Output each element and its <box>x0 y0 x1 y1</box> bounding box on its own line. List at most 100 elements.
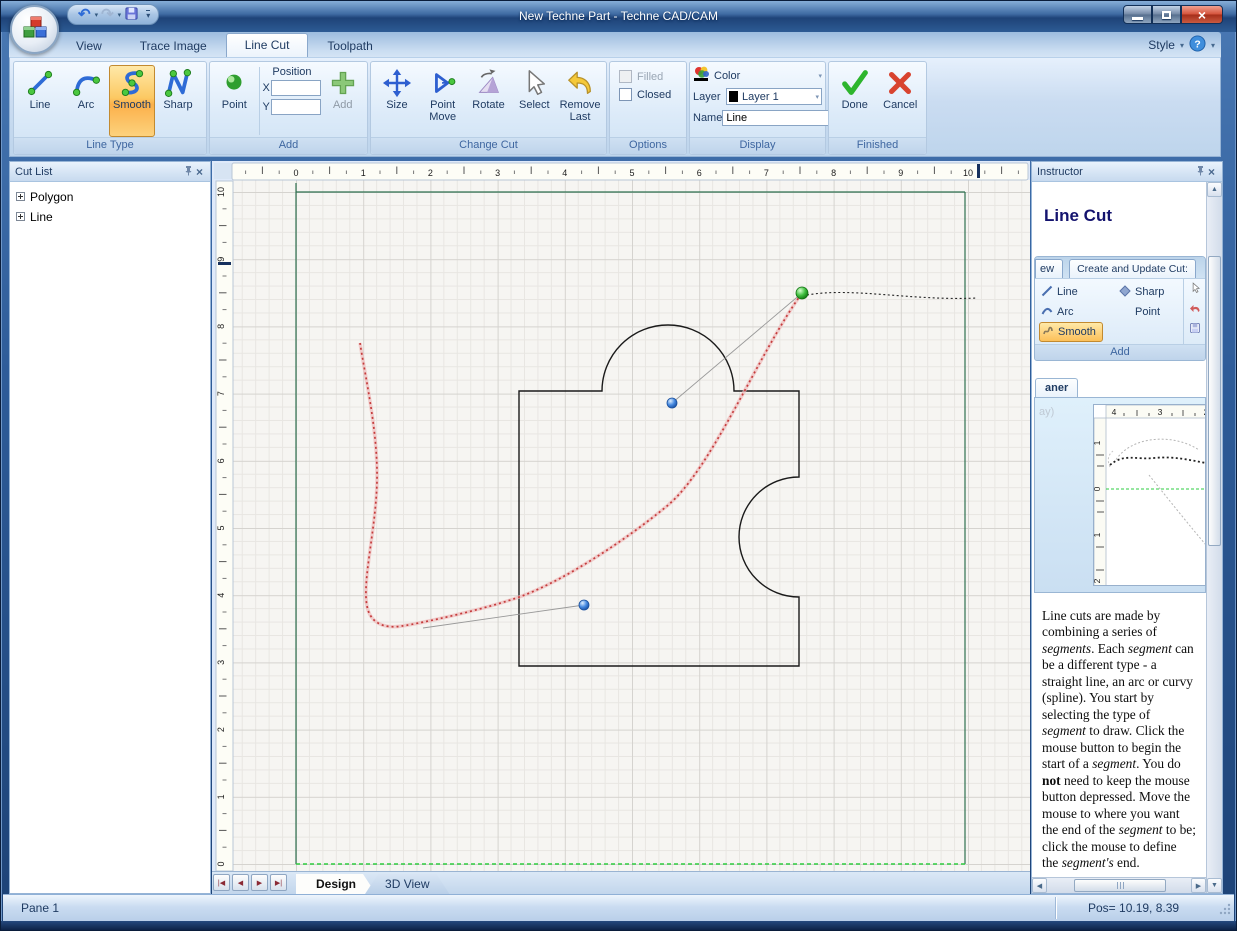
v-ruler-label-0: 0 <box>216 861 226 866</box>
v-ruler-label-5: 5 <box>216 525 226 530</box>
cancel-button[interactable]: Cancel <box>878 65 924 137</box>
h-ruler-label-0: 0 <box>293 168 298 178</box>
add-plus-icon <box>327 68 359 98</box>
x-input[interactable] <box>271 80 321 96</box>
arc-icon <box>70 68 102 98</box>
mini-arc-icon <box>1041 305 1053 320</box>
help-caret-icon[interactable]: ▾ <box>1211 41 1215 50</box>
svg-text:1: 1 <box>1093 532 1102 537</box>
undo-icon: ↶ <box>78 7 91 22</box>
scroll-right-icon[interactable]: ▶ <box>1191 878 1206 893</box>
instructor-vertical-scrollbar[interactable]: ▲ ▼ <box>1206 182 1222 893</box>
control-point-blue[interactable] <box>579 600 589 610</box>
group-finished: Done Cancel Finished <box>828 61 927 155</box>
prev-sheet-icon[interactable]: ◀ <box>232 874 249 891</box>
cut-list-close-icon[interactable]: × <box>194 165 205 179</box>
rotate-button[interactable]: Rotate <box>466 65 512 137</box>
scroll-up-icon[interactable]: ▲ <box>1207 182 1222 197</box>
line-icon <box>24 68 56 98</box>
expand-icon[interactable] <box>16 190 25 204</box>
instructor-horizontal-scrollbar[interactable]: ◀ ▶ <box>1032 877 1206 893</box>
redo-dropdown-caret[interactable]: ▾ <box>118 11 122 19</box>
tab-line-cut[interactable]: Line Cut <box>226 33 309 58</box>
resize-grip[interactable] <box>1218 902 1231 918</box>
instructor-heading: Line Cut <box>1044 206 1206 226</box>
application-menu-button[interactable] <box>10 5 59 54</box>
mini-arc-item: Arc <box>1039 302 1117 322</box>
closed-checkbox[interactable] <box>619 88 632 101</box>
scroll-left-icon[interactable]: ◀ <box>1032 878 1047 893</box>
filled-label: Filled <box>637 71 663 83</box>
h-ruler-label-5: 5 <box>629 168 634 178</box>
instructor-close-icon[interactable]: × <box>1206 165 1217 179</box>
filled-checkbox[interactable] <box>619 70 632 83</box>
svg-text:0: 0 <box>1093 486 1102 491</box>
close-icon: × <box>1198 7 1206 23</box>
vertical-scroll-thumb[interactable] <box>1208 256 1221 546</box>
group-label-add: Add <box>210 137 367 154</box>
expand-icon[interactable] <box>16 210 25 224</box>
sheet-tab-strip: |◀◀▶▶| Design 3D View <box>212 871 1030 894</box>
app-logo-icon <box>21 14 49 45</box>
save-icon <box>124 6 139 24</box>
select-button[interactable]: Select <box>511 65 557 137</box>
color-caret-icon[interactable]: ▾ <box>818 72 822 80</box>
pin-icon[interactable] <box>1195 165 1206 179</box>
color-button[interactable]: Color ▾ <box>693 65 822 86</box>
size-button[interactable]: Size <box>374 65 420 137</box>
remove-last-button[interactable]: RemoveLast <box>557 65 603 137</box>
endpoint-handle-green[interactable] <box>796 287 808 299</box>
mini-faint-text: ay) <box>1039 406 1054 418</box>
tab-design[interactable]: Design <box>296 874 376 894</box>
mini-tab-view: ew <box>1035 259 1063 278</box>
y-input[interactable] <box>271 99 321 115</box>
maximize-button[interactable] <box>1152 5 1181 24</box>
mini-sharp-item: Sharp <box>1117 282 1183 302</box>
minimize-icon <box>1132 17 1143 20</box>
horizontal-scroll-thumb[interactable] <box>1074 879 1166 892</box>
tab-toolpath[interactable]: Toolpath <box>308 35 391 58</box>
point-button[interactable]: Point <box>213 65 256 137</box>
mini-smooth-item: Smooth <box>1039 322 1103 342</box>
tab-view[interactable]: View <box>57 35 121 58</box>
closed-label: Closed <box>637 89 671 101</box>
instructor-title: Instructor <box>1037 166 1195 178</box>
group-label-options: Options <box>610 137 686 154</box>
control-point-blue[interactable] <box>667 398 677 408</box>
undo-button[interactable]: ↶ <box>76 6 93 24</box>
tree-item-polygon[interactable]: Polygon <box>16 190 204 204</box>
tab-trace-image[interactable]: Trace Image <box>121 35 226 58</box>
help-icon: ? <box>1189 35 1206 52</box>
save-button[interactable] <box>122 6 141 24</box>
sharp-button[interactable]: Sharp <box>155 65 201 137</box>
first-sheet-icon[interactable]: |◀ <box>213 874 230 891</box>
pin-icon[interactable] <box>183 165 194 179</box>
minimize-button[interactable] <box>1123 5 1152 24</box>
done-button[interactable]: Done <box>832 65 878 137</box>
tree-item-line[interactable]: Line <box>16 210 204 224</box>
qat-customize-button[interactable]: ▾ <box>146 10 150 20</box>
close-button[interactable]: × <box>1181 5 1223 24</box>
layer-select[interactable]: Layer 1 ▾ <box>726 88 822 105</box>
smooth-button[interactable]: Smooth <box>109 65 155 137</box>
undo-dropdown-caret[interactable]: ▾ <box>95 11 99 19</box>
arc-button[interactable]: Arc <box>63 65 109 137</box>
name-label: Name <box>693 112 722 124</box>
position-label: Position <box>262 66 321 78</box>
group-line-type: LineArcSmoothSharp Line Type <box>13 61 207 155</box>
next-sheet-icon[interactable]: ▶ <box>251 874 268 891</box>
point-move-button[interactable]: PointMove <box>420 65 466 137</box>
scroll-down-icon[interactable]: ▼ <box>1207 878 1222 893</box>
tab-3d-view[interactable]: 3D View <box>365 874 449 894</box>
help-button[interactable]: ? <box>1189 35 1206 55</box>
group-options: Filled Closed Options <box>609 61 687 155</box>
style-menu[interactable]: Style <box>1148 38 1175 52</box>
v-ruler-label-8: 8 <box>216 324 226 329</box>
instructor-illustration-ribbon: ew Create and Update Cut: LineSharpArcPo… <box>1034 256 1206 361</box>
line-button[interactable]: Line <box>17 65 63 137</box>
redo-button[interactable]: ↷ <box>99 6 116 24</box>
style-caret-icon[interactable]: ▾ <box>1180 41 1184 50</box>
add-button[interactable]: Add <box>321 65 364 137</box>
cut-list-panel: Cut List × PolygonLine <box>9 161 211 894</box>
last-sheet-icon[interactable]: ▶| <box>270 874 287 891</box>
